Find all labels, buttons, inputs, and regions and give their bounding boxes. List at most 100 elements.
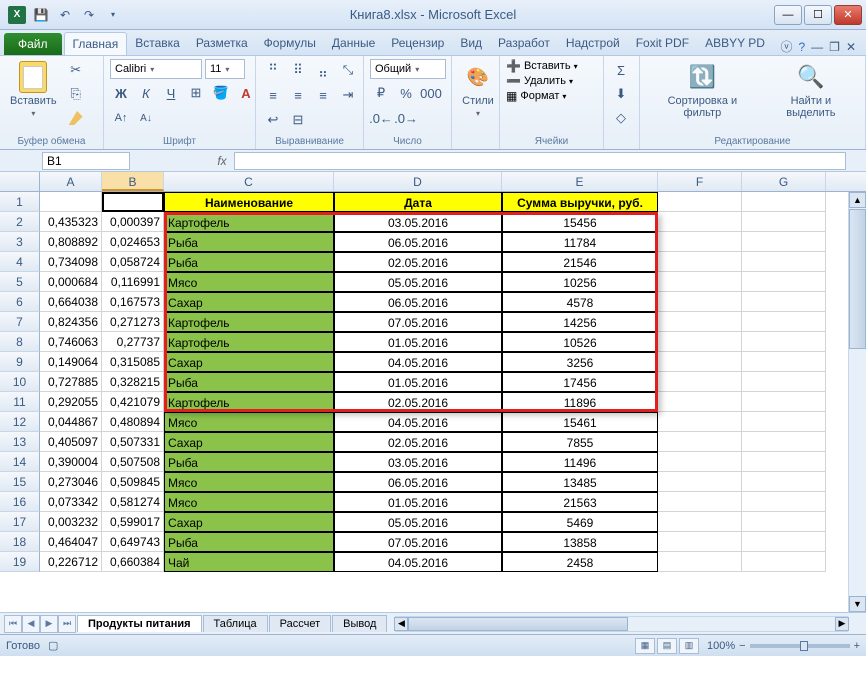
border-icon[interactable]: ⊞ xyxy=(185,82,207,104)
tab-главная[interactable]: Главная xyxy=(64,32,128,55)
decrease-decimal-icon[interactable]: .0→ xyxy=(395,107,417,129)
name-box[interactable]: B1 xyxy=(42,152,130,170)
sheet-next-icon[interactable]: ▶ xyxy=(40,615,58,633)
cell[interactable] xyxy=(658,472,742,492)
font-color-icon[interactable]: A xyxy=(235,82,257,104)
undo-icon[interactable]: ↶ xyxy=(54,4,76,26)
cell[interactable]: Рыба xyxy=(164,452,334,472)
cell[interactable] xyxy=(658,392,742,412)
cell[interactable]: 15461 xyxy=(502,412,658,432)
tab-разработ[interactable]: Разработ xyxy=(490,32,558,55)
normal-view-icon[interactable]: ▦ xyxy=(635,638,655,654)
cell[interactable] xyxy=(40,192,102,212)
row-header[interactable]: 11 xyxy=(0,392,40,412)
cell[interactable]: 07.05.2016 xyxy=(334,312,502,332)
cell[interactable]: Картофель xyxy=(164,332,334,352)
cell[interactable] xyxy=(742,532,826,552)
cell[interactable]: 07.05.2016 xyxy=(334,532,502,552)
zoom-out-icon[interactable]: − xyxy=(739,640,745,652)
cell[interactable] xyxy=(742,432,826,452)
cell[interactable] xyxy=(742,312,826,332)
cell[interactable]: 15456 xyxy=(502,212,658,232)
macro-record-icon[interactable]: ▢ xyxy=(48,639,58,652)
col-header-E[interactable]: E xyxy=(502,172,658,191)
cell[interactable]: 04.05.2016 xyxy=(334,552,502,572)
cell[interactable]: 02.05.2016 xyxy=(334,432,502,452)
cell[interactable]: Сумма выручки, руб. xyxy=(502,192,658,212)
cell[interactable]: Мясо xyxy=(164,472,334,492)
cell[interactable]: 0,116991 xyxy=(102,272,164,292)
cell[interactable]: Мясо xyxy=(164,492,334,512)
cell[interactable]: 0,507331 xyxy=(102,432,164,452)
sheet-tab[interactable]: Таблица xyxy=(203,615,268,632)
cell[interactable]: 11784 xyxy=(502,232,658,252)
select-all-corner[interactable] xyxy=(0,172,40,191)
cell[interactable]: 0,003232 xyxy=(40,512,102,532)
row-header[interactable]: 3 xyxy=(0,232,40,252)
currency-icon[interactable]: ₽ xyxy=(370,82,392,104)
font-name-combo[interactable]: Calibri▾ xyxy=(110,59,202,79)
cell[interactable]: 0,271273 xyxy=(102,312,164,332)
cell[interactable] xyxy=(742,552,826,572)
insert-cells-button[interactable]: ➕Вставить▾ xyxy=(506,59,578,73)
cell[interactable]: 0,660384 xyxy=(102,552,164,572)
cell[interactable] xyxy=(742,272,826,292)
cell[interactable] xyxy=(742,392,826,412)
number-format-combo[interactable]: Общий▾ xyxy=(370,59,446,79)
cell[interactable]: 05.05.2016 xyxy=(334,512,502,532)
sheet-last-icon[interactable]: ⏭ xyxy=(58,615,76,633)
scroll-up-icon[interactable]: ▲ xyxy=(849,192,866,208)
align-bottom-icon[interactable]: ⣤ xyxy=(312,59,334,81)
scroll-down-icon[interactable]: ▼ xyxy=(849,596,866,612)
cell[interactable] xyxy=(658,532,742,552)
cell[interactable]: 0,480894 xyxy=(102,412,164,432)
redo-icon[interactable]: ↷ xyxy=(78,4,100,26)
align-left-icon[interactable]: ≡ xyxy=(262,84,284,106)
hscroll-thumb[interactable] xyxy=(408,617,628,631)
cell[interactable]: 03.05.2016 xyxy=(334,452,502,472)
row-header[interactable]: 13 xyxy=(0,432,40,452)
col-header-F[interactable]: F xyxy=(658,172,742,191)
mdi-minimize-icon[interactable]: — xyxy=(811,40,823,54)
col-header-A[interactable]: A xyxy=(40,172,102,191)
cell[interactable]: Чай xyxy=(164,552,334,572)
sheet-tab[interactable]: Рассчет xyxy=(269,615,332,632)
cell[interactable]: 04.05.2016 xyxy=(334,352,502,372)
cell[interactable]: 06.05.2016 xyxy=(334,472,502,492)
cell[interactable]: 0,226712 xyxy=(40,552,102,572)
tab-разметка[interactable]: Разметка xyxy=(188,32,256,55)
cell[interactable]: 10256 xyxy=(502,272,658,292)
row-header[interactable]: 2 xyxy=(0,212,40,232)
delete-cells-button[interactable]: ➖Удалить▾ xyxy=(506,74,573,88)
row-header[interactable]: 7 xyxy=(0,312,40,332)
tab-вставка[interactable]: Вставка xyxy=(127,32,188,55)
cell[interactable] xyxy=(742,252,826,272)
cell[interactable]: 21546 xyxy=(502,252,658,272)
fill-color-icon[interactable]: 🪣 xyxy=(210,82,232,104)
col-header-G[interactable]: G xyxy=(742,172,826,191)
cell[interactable] xyxy=(658,192,742,212)
align-top-icon[interactable]: ⠛ xyxy=(262,59,284,81)
cell[interactable] xyxy=(742,332,826,352)
underline-icon[interactable]: Ч xyxy=(160,82,182,104)
close-button[interactable]: ✕ xyxy=(834,5,862,25)
cell[interactable]: Сахар xyxy=(164,292,334,312)
row-header[interactable]: 4 xyxy=(0,252,40,272)
comma-icon[interactable]: 000 xyxy=(420,82,442,104)
cell[interactable] xyxy=(658,372,742,392)
cell[interactable] xyxy=(742,472,826,492)
cell[interactable]: 01.05.2016 xyxy=(334,372,502,392)
cell[interactable]: 21563 xyxy=(502,492,658,512)
cell[interactable] xyxy=(742,292,826,312)
col-header-D[interactable]: D xyxy=(334,172,502,191)
increase-decimal-icon[interactable]: .0← xyxy=(370,107,392,129)
cell[interactable] xyxy=(742,452,826,472)
cell[interactable] xyxy=(742,212,826,232)
cell[interactable] xyxy=(658,212,742,232)
copy-icon[interactable]: ⎘ xyxy=(65,83,87,105)
tab-данные[interactable]: Данные xyxy=(324,32,383,55)
cell[interactable]: 0,746063 xyxy=(40,332,102,352)
tab-вид[interactable]: Вид xyxy=(452,32,490,55)
clear-icon[interactable]: ◇ xyxy=(610,107,632,129)
qat-dropdown-icon[interactable]: ▾ xyxy=(102,4,124,26)
